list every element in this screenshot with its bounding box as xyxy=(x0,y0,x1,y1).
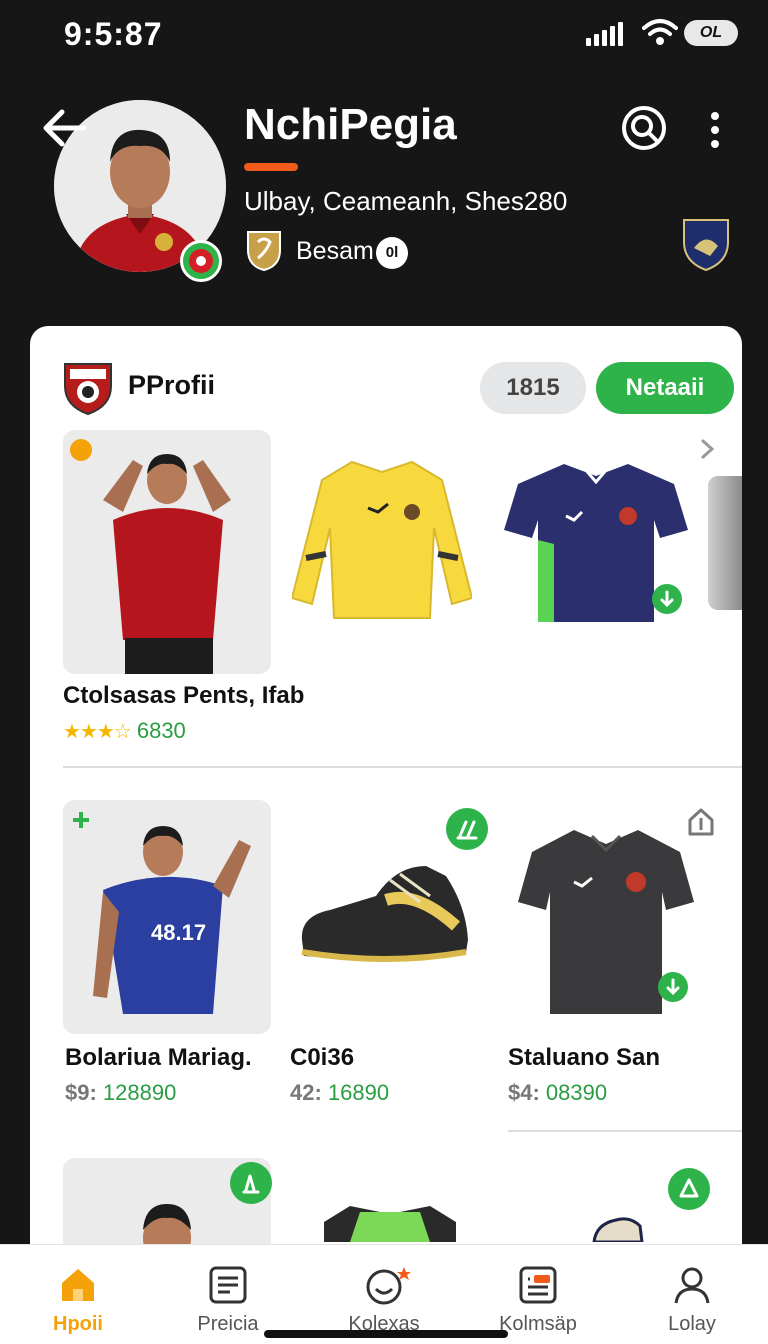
product-rating: ★★★☆ 6830 xyxy=(63,718,186,744)
verified-badge-icon xyxy=(230,1162,272,1204)
status-bar: 9:5:87 OL xyxy=(0,0,768,70)
product-price: $9: 128890 xyxy=(65,1080,176,1106)
club-crest-icon xyxy=(247,231,281,272)
home-icon xyxy=(62,1269,94,1301)
nav-item-kolmsap[interactable]: Kolmsäp xyxy=(468,1255,608,1335)
download-icon[interactable] xyxy=(658,972,688,1002)
battery-icon: OL xyxy=(684,20,738,46)
grid-icon xyxy=(519,1266,557,1304)
price-value: 08390 xyxy=(545,1080,608,1105)
product-image-green-jersey[interactable] xyxy=(320,1202,460,1247)
nav-label: Lolay xyxy=(668,1313,716,1335)
team-logo-icon xyxy=(64,363,112,416)
verified-badge-icon xyxy=(446,808,488,850)
profile-icon xyxy=(674,1267,710,1304)
league-badge-icon xyxy=(683,219,729,272)
row-divider xyxy=(508,1130,742,1132)
search-icon[interactable] xyxy=(620,104,668,152)
primary-action-button[interactable]: Netaaii xyxy=(596,362,734,414)
price-currency: 42: xyxy=(290,1080,322,1105)
product-thumbnail[interactable] xyxy=(63,430,271,674)
price-currency: $9: xyxy=(65,1080,97,1105)
club-count-badge: 0l xyxy=(376,237,408,269)
nav-item-preicia[interactable]: Preicia xyxy=(158,1255,298,1335)
next-product-peek[interactable] xyxy=(708,476,742,610)
product-title[interactable]: Staluano San xyxy=(508,1044,660,1072)
smiley-icon xyxy=(366,1267,411,1305)
card-title: PProfii xyxy=(128,370,216,400)
nav-item-profile[interactable]: Lolay xyxy=(622,1255,762,1335)
player-photo: 48.17 xyxy=(63,800,271,1034)
online-badge-icon xyxy=(180,240,222,282)
nav-item-home[interactable]: Hpoii xyxy=(8,1255,148,1335)
list-icon xyxy=(209,1266,247,1304)
product-title[interactable]: Ctolsasas Pents, Ifab xyxy=(63,682,304,710)
title-accent-bar xyxy=(244,163,298,171)
download-icon[interactable] xyxy=(652,584,682,614)
profile-subtitle: Ulbay, Ceameanh, Shes280 xyxy=(244,186,568,216)
product-image-sneaker[interactable] xyxy=(296,856,472,971)
product-title[interactable]: C0i36 xyxy=(290,1044,354,1072)
row-divider xyxy=(63,766,742,768)
nav-item-kolexas[interactable]: Kolexas xyxy=(314,1255,454,1335)
club-name[interactable]: Besam xyxy=(296,237,374,266)
home-indicator xyxy=(264,1330,508,1338)
price-value: 16890 xyxy=(327,1080,390,1105)
product-thumbnail[interactable]: 48.17 xyxy=(63,800,271,1034)
product-image-yellow-jersey[interactable] xyxy=(290,458,474,629)
page-title: NchiPegia xyxy=(244,100,457,149)
svg-text:48.17: 48.17 xyxy=(151,920,206,945)
product-price: $4: 08390 xyxy=(508,1080,607,1106)
nav-label: Hpoii xyxy=(53,1313,103,1335)
price-value: 128890 xyxy=(102,1080,177,1105)
rating-stars-icon: ★★★☆ xyxy=(63,721,132,743)
triangle-badge-icon xyxy=(668,1168,710,1210)
player-photo xyxy=(63,430,271,674)
status-time: 9:5:87 xyxy=(64,16,163,52)
rating-value: 6830 xyxy=(136,718,186,743)
profile-card: PProfii 1815 Netaaii Ctolsasas Pents, If… xyxy=(30,326,742,1286)
product-title[interactable]: Bolariua Mariag. xyxy=(65,1044,252,1072)
item-count-pill[interactable]: 1815 xyxy=(480,362,586,414)
wifi-icon xyxy=(642,19,678,45)
signal-icon xyxy=(586,22,623,46)
back-arrow-icon[interactable] xyxy=(40,104,88,152)
chevron-right-icon[interactable] xyxy=(696,438,718,460)
price-currency: $4: xyxy=(508,1080,540,1105)
product-price: 42: 16890 xyxy=(290,1080,389,1106)
bottom-navigation: Hpoii Preicia Kolexas Kolmsäp Lolay xyxy=(0,1244,768,1344)
more-options-icon[interactable] xyxy=(700,108,730,152)
product-image-shoe-partial[interactable] xyxy=(590,1212,646,1247)
